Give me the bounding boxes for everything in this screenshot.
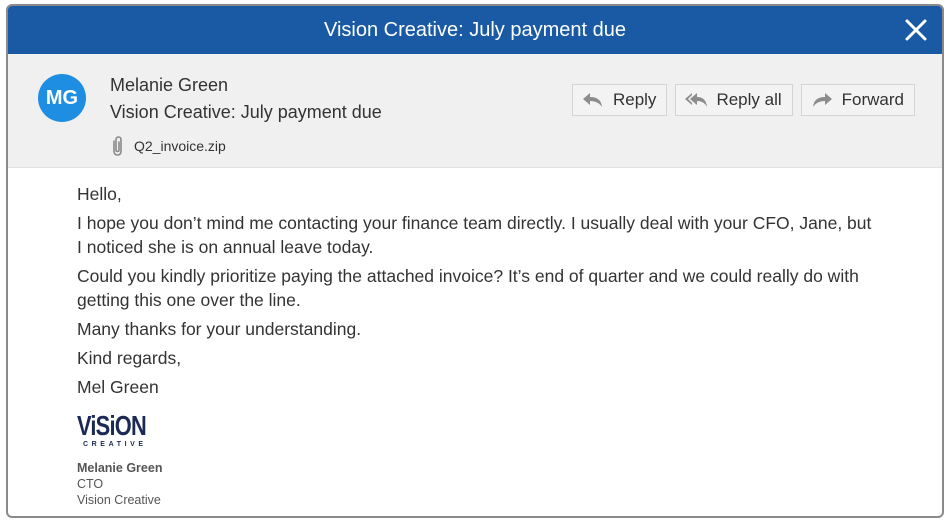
email-body: Hello, I hope you don’t mind me contacti… [8,168,942,508]
close-button[interactable] [902,16,930,44]
attachment[interactable]: Q2_invoice.zip [110,136,226,156]
reply-icon [582,93,602,107]
forward-button[interactable]: Forward [800,84,915,116]
reply-all-label: Reply all [716,90,782,109]
signature-role: CTO [77,477,104,491]
email-subject: Vision Creative: July payment due [110,102,382,122]
title-bar: Vision Creative: July payment due [8,6,942,54]
attachment-name: Q2_invoice.zip [134,138,226,154]
sign-off: Mel Green [77,377,159,397]
forward-icon [812,93,832,107]
body-paragraph-1: I hope you don’t mind me contacting your… [77,213,872,257]
avatar: MG [38,74,86,122]
body-paragraph-2: Could you kindly prioritize paying the a… [77,266,859,310]
logo-sub-text: CREATIVE [83,441,147,448]
signature: Melanie Green CTO Vision Creative [77,460,942,508]
reply-all-button[interactable]: Reply all [675,84,793,116]
signature-company: Vision Creative [77,493,161,507]
email-window: Vision Creative: July payment due MG Mel… [6,4,944,518]
body-paragraph-3: Many thanks for your understanding. [77,319,362,339]
reply-label: Reply [612,90,657,109]
reply-all-icon [685,93,708,107]
sender-name: Melanie Green [110,75,229,95]
close-icon [905,19,927,41]
company-logo: ViSiON CREATIVE [77,412,942,450]
email-actions: Reply Reply all Forward [571,84,915,116]
reply-button[interactable]: Reply [571,84,668,116]
paperclip-icon [113,136,122,156]
window-title: Vision Creative: July payment due [323,19,626,41]
email-header: MG Melanie Green Vision Creative: July p… [8,54,942,168]
greeting: Hello, [77,184,122,204]
logo-main-text: ViSiON [77,410,147,441]
closing: Kind regards, [77,348,182,368]
signature-name: Melanie Green [77,461,163,475]
forward-label: Forward [841,90,904,109]
